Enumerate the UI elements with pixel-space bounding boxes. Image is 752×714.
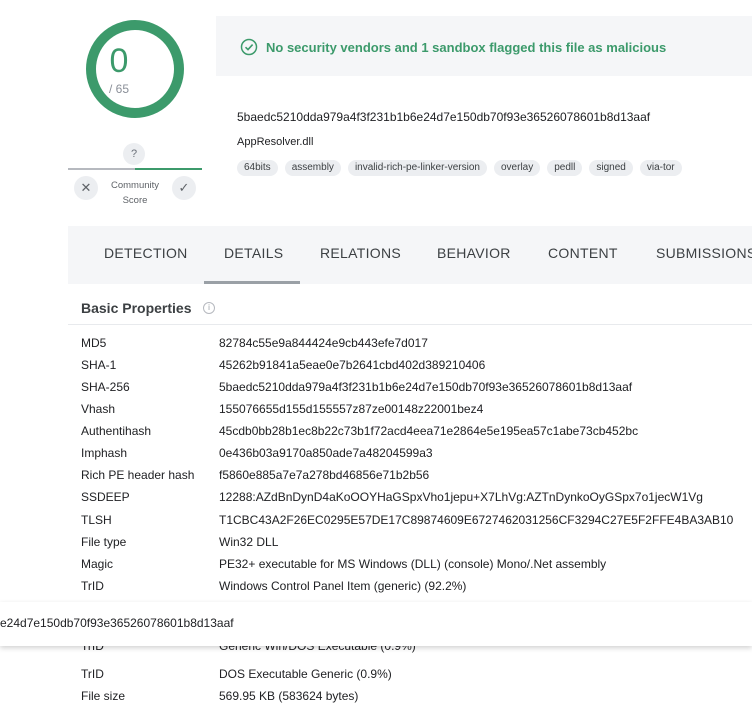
property-value: T1CBC43A2F26EC0295E57DE17C89874609E67274…: [219, 513, 734, 527]
property-key: TLSH: [81, 513, 112, 527]
property-key: Authentihash: [81, 424, 152, 438]
engine-total: / 65: [108, 82, 129, 96]
divider: [68, 324, 752, 325]
section-title: Basic Properties: [81, 300, 192, 316]
property-row: Imphash 0e436b03a9170a850ade7a48204599a3: [81, 446, 752, 466]
property-row: SHA-1 45262b91841a5eae0e7b2641cbd402d3892…: [81, 358, 752, 378]
property-row: SSDEEP 12288:AZdBnDynD4aKoOOYHaGSpxVho1je…: [81, 490, 752, 510]
property-key: SSDEEP: [81, 490, 130, 504]
community-score-bar: [68, 168, 202, 170]
property-key: TrID: [81, 667, 104, 681]
property-value: PE32+ executable for MS Windows (DLL) (c…: [219, 557, 607, 571]
property-row: MD5 82784c55e9a844424e9cb443efe7d017: [81, 336, 752, 356]
property-value: Generic Win/DOS Executable (0.9%): [219, 645, 416, 653]
file-hash[interactable]: 5baedc5210dda979a4f3f231b1b6e24d7e150db7…: [237, 110, 650, 124]
property-row: Authentihash 45cdb0bb28b1ec8b22c73b1f72ac…: [81, 424, 752, 444]
vote-malicious-button[interactable]: ✕: [74, 176, 98, 200]
property-value: 5baedc5210dda979a4f3f231b1b6e24d7e150db7…: [219, 380, 633, 394]
property-value: 82784c55e9a844424e9cb443efe7d017: [219, 336, 428, 350]
property-key: SHA-256: [81, 380, 130, 394]
property-row: TrID Generic Win/DOS Executable (0.9%): [81, 645, 681, 659]
property-value: DOS Executable Generic (0.9%): [219, 667, 392, 681]
check-circle-icon: [240, 38, 258, 56]
property-row: Rich PE header hash f5860e885a7e7a278bd46…: [81, 468, 752, 488]
property-value: 569.95 KB (583624 bytes): [219, 689, 359, 703]
property-row: File size 569.95 KB (583624 bytes): [81, 689, 752, 709]
verdict-banner: No security vendors and 1 sandbox flagge…: [216, 16, 752, 76]
info-icon[interactable]: i: [203, 302, 215, 314]
vote-harmless-button[interactable]: ✓: [172, 176, 196, 200]
tag-chip[interactable]: pedll: [547, 160, 583, 176]
property-row: TLSH T1CBC43A2F26EC0295E57DE17C89874609E6…: [81, 513, 752, 533]
tab-relations[interactable]: RELATIONS: [320, 245, 401, 261]
property-key: File type: [81, 535, 127, 549]
tooltip-text: e24d7e150db70f93e36526078601b8d13aaf: [0, 616, 234, 630]
tag-chip[interactable]: signed: [589, 160, 633, 176]
hash-tooltip: e24d7e150db70f93e36526078601b8d13aaf: [0, 602, 752, 646]
property-row: SHA-256 5baedc5210dda979a4f3f231b1b6e24d7…: [81, 380, 752, 400]
file-tags: 64bits assembly invalid-rich-pe-linker-v…: [237, 160, 682, 176]
property-row: Vhash 155076655d155d155557z87ze00148z2200…: [81, 402, 752, 422]
tag-chip[interactable]: assembly: [284, 160, 341, 176]
tag-chip[interactable]: 64bits: [237, 160, 278, 176]
property-value: Windows Control Panel Item (generic) (92…: [219, 579, 467, 593]
tab-detection[interactable]: DETECTION: [104, 245, 188, 261]
property-key: File size: [81, 689, 126, 703]
property-row: TrID Windows Control Panel Item (generic)…: [81, 579, 752, 599]
property-value: 45262b91841a5eae0e7b2641cbd402d389210406: [219, 358, 486, 372]
file-name: AppResolver.dll: [237, 136, 314, 148]
report-tabs: DETECTION DETAILS RELATIONS BEHAVIOR CON…: [68, 226, 752, 284]
property-value: 12288:AZdBnDynD4aKoOOYHaGSpxVho1jepu+X7L…: [219, 490, 703, 504]
tab-behavior[interactable]: BEHAVIOR: [437, 245, 511, 261]
property-row: Magic PE32+ executable for MS Windows (DL…: [81, 557, 752, 577]
property-row: File type Win32 DLL: [81, 535, 752, 555]
property-row: TrID DOS Executable Generic (0.9%): [81, 667, 752, 687]
community-score-value: ?: [123, 143, 145, 165]
community-score-label: Community Score: [110, 180, 160, 206]
property-value: Win32 DLL: [219, 535, 279, 549]
property-value: f5860e885a7e7a278bd46856e71b2b56: [219, 468, 430, 482]
property-value: 45cdb0bb28b1ec8b22c73b1f72acd4eea71e2864…: [219, 424, 639, 438]
property-key: SHA-1: [81, 358, 117, 372]
property-key: MD5: [81, 336, 107, 350]
property-key: TrID: [81, 645, 104, 653]
tab-submissions[interactable]: SUBMISSIONS: [656, 245, 752, 261]
tag-chip[interactable]: invalid-rich-pe-linker-version: [347, 160, 487, 176]
tag-chip[interactable]: overlay: [493, 160, 541, 176]
verdict-message: No security vendors and 1 sandbox flagge…: [266, 40, 667, 55]
tag-chip[interactable]: via-tor: [639, 160, 682, 176]
property-value: 0e436b03a9170a850ade7a48204599a3: [219, 446, 433, 460]
property-key: TrID: [81, 579, 104, 593]
property-key: Rich PE header hash: [81, 468, 195, 482]
active-tab-indicator: [204, 281, 300, 284]
property-value: 155076655d155d155557z87ze00148z22001bez4: [219, 402, 484, 416]
tab-details[interactable]: DETAILS: [224, 245, 283, 261]
property-key: Imphash: [81, 446, 128, 460]
property-key: Magic: [81, 557, 114, 571]
detection-count: 0: [109, 42, 129, 80]
tab-content[interactable]: CONTENT: [548, 245, 618, 261]
property-key: Vhash: [81, 402, 116, 416]
